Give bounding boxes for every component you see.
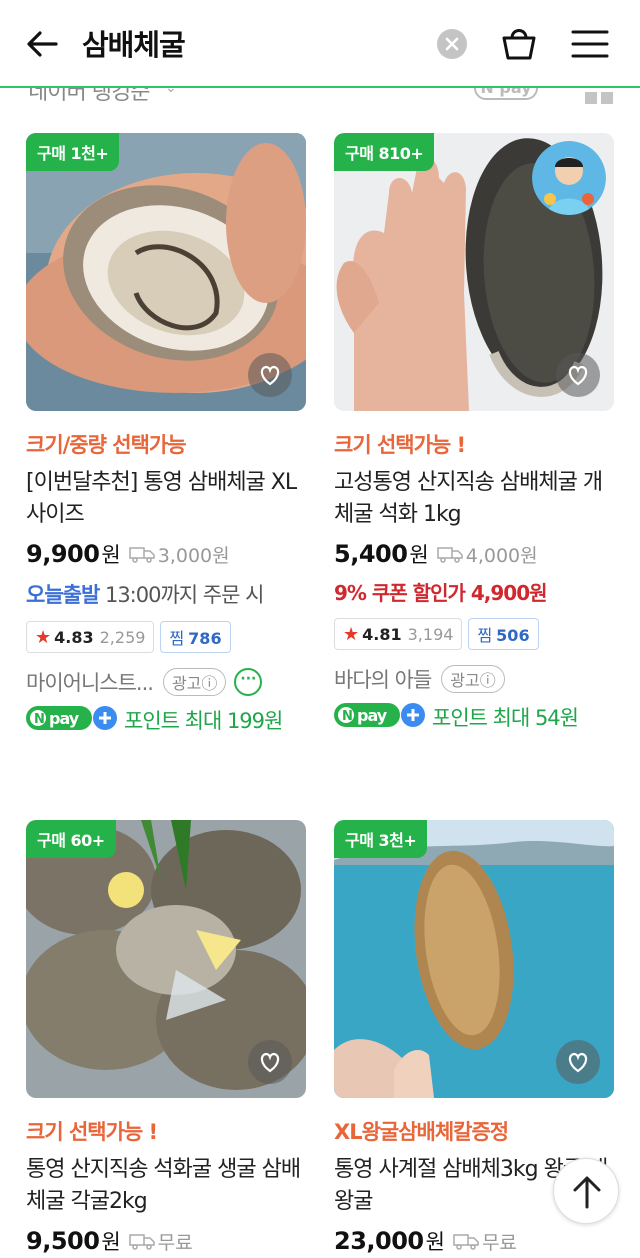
- seller-row: 마이어니스트... 광고ⓘ ···: [26, 667, 306, 697]
- zzim-count-badge: 찜 786: [160, 621, 231, 653]
- chevron-down-icon[interactable]: ⌄: [165, 88, 177, 96]
- product-title[interactable]: [이번달추천] 통영 삼배체굴 XL사이즈: [26, 467, 306, 531]
- npay-plus-logo-icon: Npay: [334, 703, 425, 727]
- price-value: 9,900: [26, 540, 100, 568]
- product-image[interactable]: 구매 60+: [26, 820, 306, 1098]
- truck-icon: [437, 547, 463, 563]
- truck-icon: [129, 1234, 155, 1250]
- rating-row: ★ 4.83 2,259 찜 786: [26, 621, 306, 653]
- star-icon: ★: [343, 623, 360, 645]
- star-icon: ★: [35, 626, 52, 648]
- product-card[interactable]: 구매 1천+ 크기/중량 선택가능 [이번달추천] 통영 삼배체굴 XL사이즈 …: [26, 133, 306, 736]
- currency-label: 원: [101, 1230, 121, 1254]
- zzim-label: 찜: [477, 626, 493, 645]
- heart-icon[interactable]: [248, 1040, 292, 1084]
- dispatch-cutoff: 13:00까지 주문 시: [99, 583, 264, 607]
- more-options-icon[interactable]: ···: [234, 668, 263, 696]
- zzim-count: 786: [188, 629, 222, 648]
- rating-value: 4.81: [362, 624, 402, 644]
- seller-row: 바다의 아들 광고ⓘ: [334, 664, 614, 694]
- arrow-up-icon: [573, 1176, 601, 1209]
- price-row: 23,000 원 무료: [334, 1226, 614, 1256]
- currency-label: 원: [409, 543, 429, 567]
- price-row: 9,500 원 무료: [26, 1226, 306, 1256]
- truck-icon: [129, 547, 155, 563]
- clear-search-icon[interactable]: [437, 29, 467, 59]
- ad-tag[interactable]: 광고ⓘ: [441, 665, 505, 693]
- product-title[interactable]: 통영 산지직송 석화굴 생굴 삼배체굴 각굴2kg: [26, 1154, 306, 1218]
- heart-icon[interactable]: [248, 353, 292, 397]
- svg-text:N: N: [342, 709, 352, 724]
- option-tag: 크기/중량 선택가능: [26, 433, 187, 457]
- points-text: 포인트 최대 199원: [124, 709, 283, 733]
- npay-points: Npay 포인트 최대 199원: [26, 705, 306, 736]
- ad-tag[interactable]: 광고ⓘ: [162, 668, 227, 696]
- search-query-text[interactable]: 삼배체굴: [82, 22, 186, 64]
- price-row: 5,400 원 4,000원: [334, 539, 614, 569]
- product-image[interactable]: 구매 3천+: [334, 820, 614, 1098]
- seller-avatar[interactable]: [532, 141, 606, 215]
- svg-text:pay: pay: [49, 709, 80, 728]
- dispatch-info: 오늘출발 13:00까지 주문 시: [26, 579, 306, 609]
- price-value: 9,500: [26, 1227, 100, 1255]
- option-tag: XL왕굴삼배체칼증정: [334, 1120, 509, 1144]
- currency-label: 원: [425, 1230, 445, 1254]
- top-header: 삼배체굴: [0, 0, 640, 88]
- sort-dropdown[interactable]: 네이버 랭킹순: [28, 88, 150, 106]
- purchase-count-badge: 구매 1천+: [26, 133, 120, 171]
- today-dispatch-label: 오늘출발: [26, 583, 100, 607]
- product-card[interactable]: 구매 60+ 크기 선택가능 ! 통영 산지직송 석화굴 생굴 삼배체굴 각굴2…: [26, 820, 306, 1256]
- rating-badge: ★ 4.83 2,259: [26, 621, 155, 653]
- npay-filter-toggle[interactable]: N pay: [474, 88, 538, 100]
- hamburger-menu-icon[interactable]: [570, 24, 610, 64]
- shopping-bag-icon[interactable]: [498, 22, 540, 64]
- shipping-fee: 무료: [157, 1231, 193, 1254]
- review-count: 2,259: [99, 627, 146, 647]
- shipping-fee: 무료: [481, 1231, 517, 1254]
- npay-plus-logo-icon: Npay: [26, 706, 117, 730]
- product-image[interactable]: 구매 810+: [334, 133, 614, 411]
- currency-label: 원: [101, 543, 121, 567]
- purchase-count-badge: 구매 60+: [26, 820, 116, 858]
- grid-view-icon[interactable]: [585, 88, 613, 106]
- shipping-fee: 4,000원: [465, 544, 538, 567]
- seller-name[interactable]: 바다의 아들: [334, 664, 432, 694]
- product-image[interactable]: 구매 1천+: [26, 133, 306, 411]
- purchase-count-badge: 구매 3천+: [334, 820, 428, 858]
- option-tag: 크기 선택가능 !: [26, 1120, 158, 1144]
- npay-points: Npay 포인트 최대 54원: [334, 702, 614, 733]
- truck-icon: [453, 1234, 479, 1250]
- product-card[interactable]: 구매 810+ 크기 선택가능 ! 고성통영 산지직송 삼배체굴 개체굴 석화 …: [334, 133, 614, 733]
- price-value: 5,400: [334, 540, 408, 568]
- rating-badge: ★ 4.81 3,194: [334, 618, 463, 650]
- price-value: 23,000: [334, 1227, 424, 1255]
- heart-icon[interactable]: [556, 1040, 600, 1084]
- product-title[interactable]: 고성통영 산지직송 삼배체굴 개체굴 석화 1kg: [334, 467, 614, 531]
- review-count: 3,194: [407, 624, 454, 644]
- zzim-label: 찜: [169, 629, 185, 648]
- zzim-count-badge: 찜 506: [468, 618, 539, 650]
- seller-name[interactable]: 마이어니스트...: [26, 667, 154, 697]
- sort-filter-bar: 네이버 랭킹순 ⌄ N pay: [0, 88, 640, 106]
- heart-icon[interactable]: [556, 353, 600, 397]
- points-text: 포인트 최대 54원: [432, 706, 579, 730]
- svg-text:N: N: [34, 712, 44, 727]
- scroll-to-top-button[interactable]: [553, 1158, 619, 1224]
- zzim-count: 506: [496, 626, 530, 645]
- shipping-fee: 3,000원: [157, 544, 230, 567]
- coupon-price: 9% 쿠폰 할인가 4,900원: [334, 581, 548, 605]
- back-arrow-icon[interactable]: [22, 24, 62, 64]
- rating-value: 4.83: [54, 627, 94, 647]
- svg-text:pay: pay: [357, 706, 388, 725]
- rating-row: ★ 4.81 3,194 찜 506: [334, 618, 614, 650]
- purchase-count-badge: 구매 810+: [334, 133, 435, 171]
- price-row: 9,900 원 3,000원: [26, 539, 306, 569]
- option-tag: 크기 선택가능 !: [334, 433, 466, 457]
